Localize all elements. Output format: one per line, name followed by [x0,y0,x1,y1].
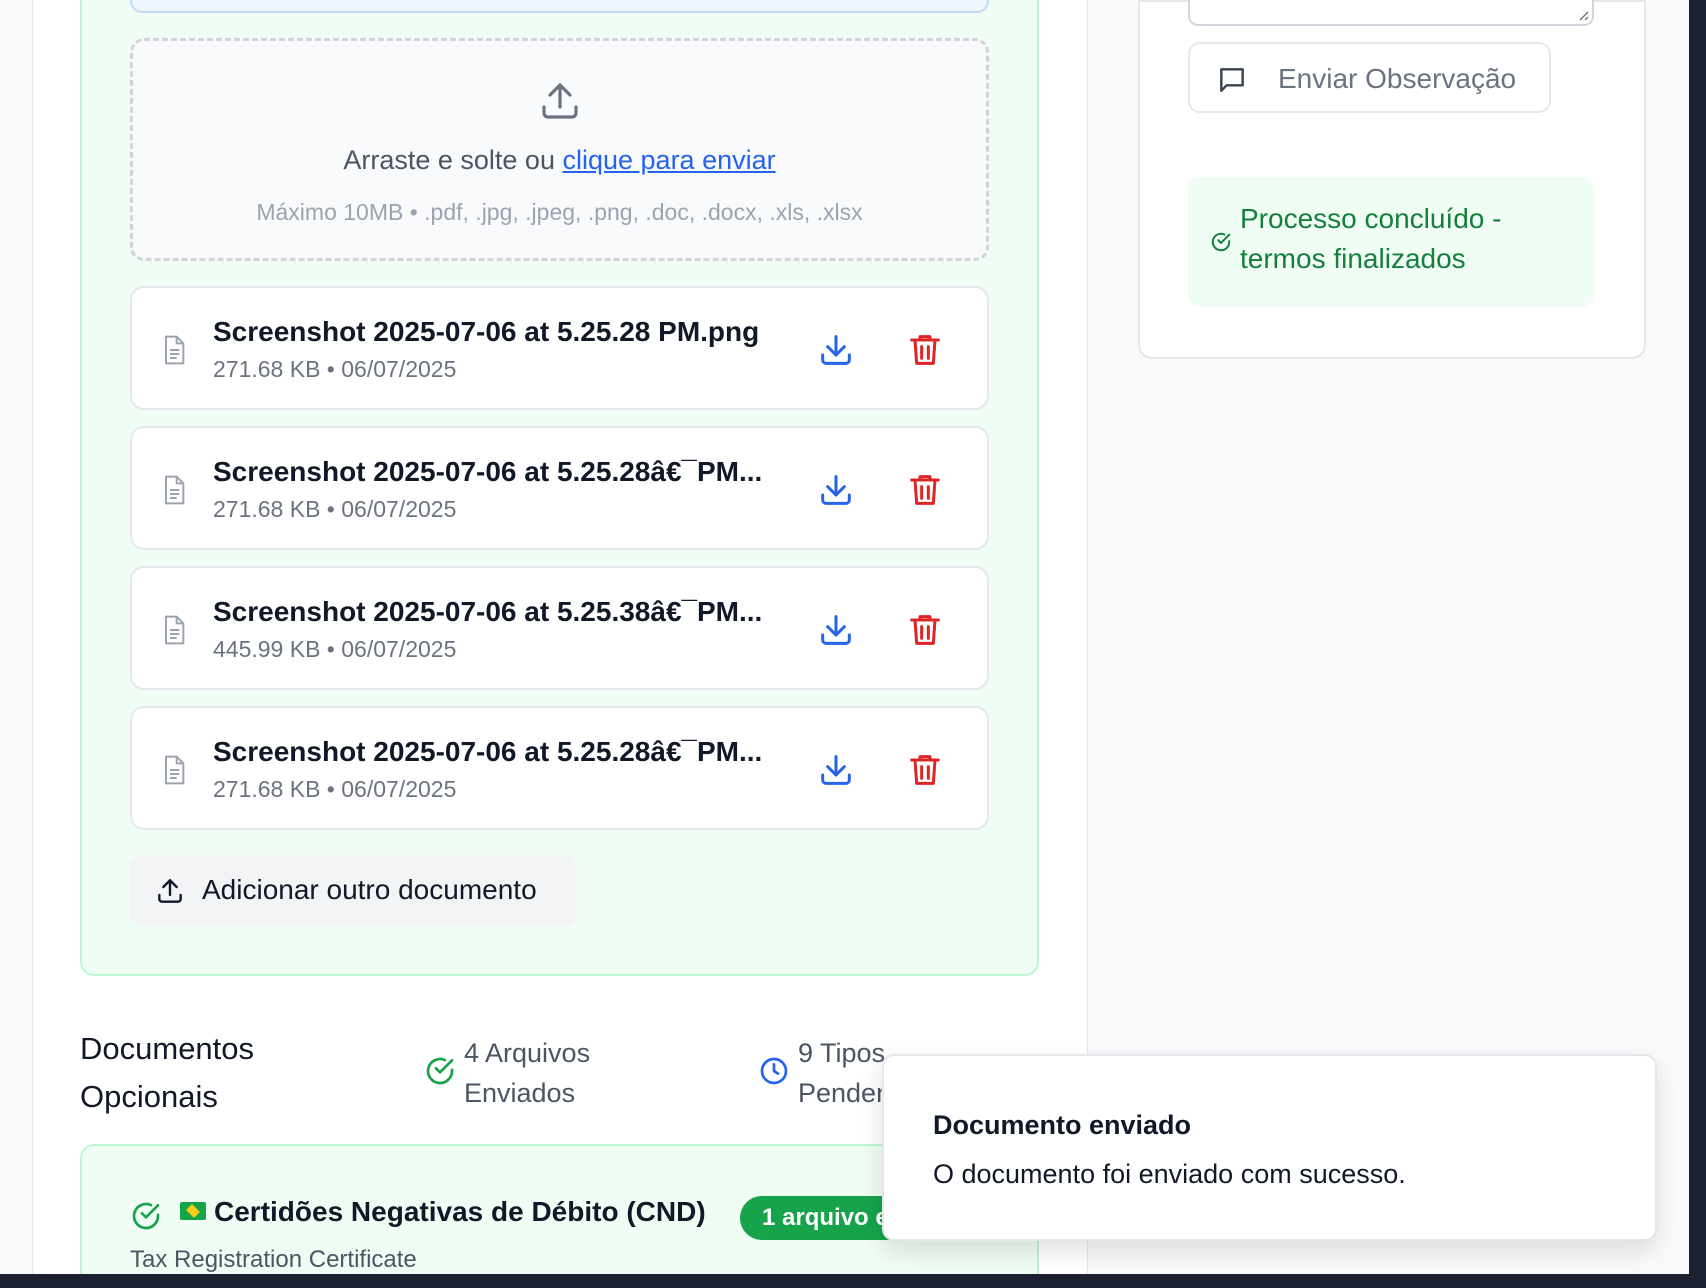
file-icon [165,615,185,645]
dropzone-prompt: Arraste e solte ou clique para enviar [133,145,986,176]
file-name: Screenshot 2025-07-06 at 5.25.28 PM.png [213,316,760,347]
observations-card: Enviar Observação Processo concluído - t… [1138,0,1646,359]
file-name: Screenshot 2025-07-06 at 5.25.38â€¯PM... [213,596,763,627]
click-to-upload-link[interactable]: clique para enviar [562,145,775,175]
sent-files-text: 4 Arquivos Enviados [464,1038,591,1108]
brazil-flag-icon [180,1202,206,1220]
download-icon[interactable] [816,470,856,510]
success-toast[interactable]: Documento enviado O documento foi enviad… [882,1054,1657,1241]
info-strip [130,0,989,13]
file-name: Screenshot 2025-07-06 at 5.25.28â€¯PM... [213,736,763,767]
observation-textarea[interactable] [1188,0,1594,26]
optional-documents-title: Documentos Opcionais [80,1031,255,1114]
file-meta: 445.99 KB • 06/07/2025 [213,636,457,662]
check-circle-icon [426,1057,454,1085]
check-circle-icon [132,1202,160,1230]
process-complete-notice: Processo concluído - termos finalizados [1188,177,1594,307]
file-icon [165,475,185,505]
trash-icon[interactable] [905,750,945,790]
download-icon[interactable] [816,330,856,370]
upload-dropzone[interactable]: Arraste e solte ou clique para enviar Má… [130,38,989,261]
add-document-button[interactable]: Adicionar outro documento [130,855,577,926]
toast-title: Documento enviado [933,1110,1192,1140]
app-frame: Arraste e solte ou clique para enviar Má… [0,0,1689,1274]
send-observation-label: Enviar Observação [1278,63,1517,94]
cnd-title: Certidões Negativas de Débito (CND) [214,1196,706,1227]
process-complete-text: Processo concluído - termos finalizados [1240,203,1502,274]
file-meta: 271.68 KB • 06/07/2025 [213,776,457,802]
file-meta: 271.68 KB • 06/07/2025 [213,356,457,382]
file-meta: 271.68 KB • 06/07/2025 [213,496,457,522]
clock-icon [760,1057,788,1085]
download-icon[interactable] [816,610,856,650]
file-icon [165,755,185,785]
file-item: Screenshot 2025-07-06 at 5.25.28 PM.png … [130,286,989,410]
file-name: Screenshot 2025-07-06 at 5.25.28â€¯PM... [213,456,763,487]
add-document-label: Adicionar outro documento [202,874,537,905]
file-item: Screenshot 2025-07-06 at 5.25.28â€¯PM...… [130,426,989,550]
message-icon [1220,68,1244,92]
send-observation-button[interactable]: Enviar Observação [1188,42,1551,113]
trash-icon[interactable] [905,610,945,650]
cnd-subtitle: Tax Registration Certificate [130,1246,417,1273]
check-circle-icon [1211,232,1231,252]
file-item: Screenshot 2025-07-06 at 5.25.28â€¯PM...… [130,706,989,830]
upload-icon [542,83,578,119]
download-icon[interactable] [816,750,856,790]
trash-icon[interactable] [905,470,945,510]
trash-icon[interactable] [905,330,945,370]
file-icon [165,335,185,365]
upload-hint: Máximo 10MB • .pdf, .jpg, .jpeg, .png, .… [256,199,863,225]
upload-icon [158,879,182,903]
file-item: Screenshot 2025-07-06 at 5.25.38â€¯PM...… [130,566,989,690]
dropzone-prompt-text: Arraste e solte ou [343,145,563,175]
resize-grip-icon[interactable] [1574,6,1590,22]
toast-description: O documento foi enviado com sucesso. [933,1159,1406,1189]
